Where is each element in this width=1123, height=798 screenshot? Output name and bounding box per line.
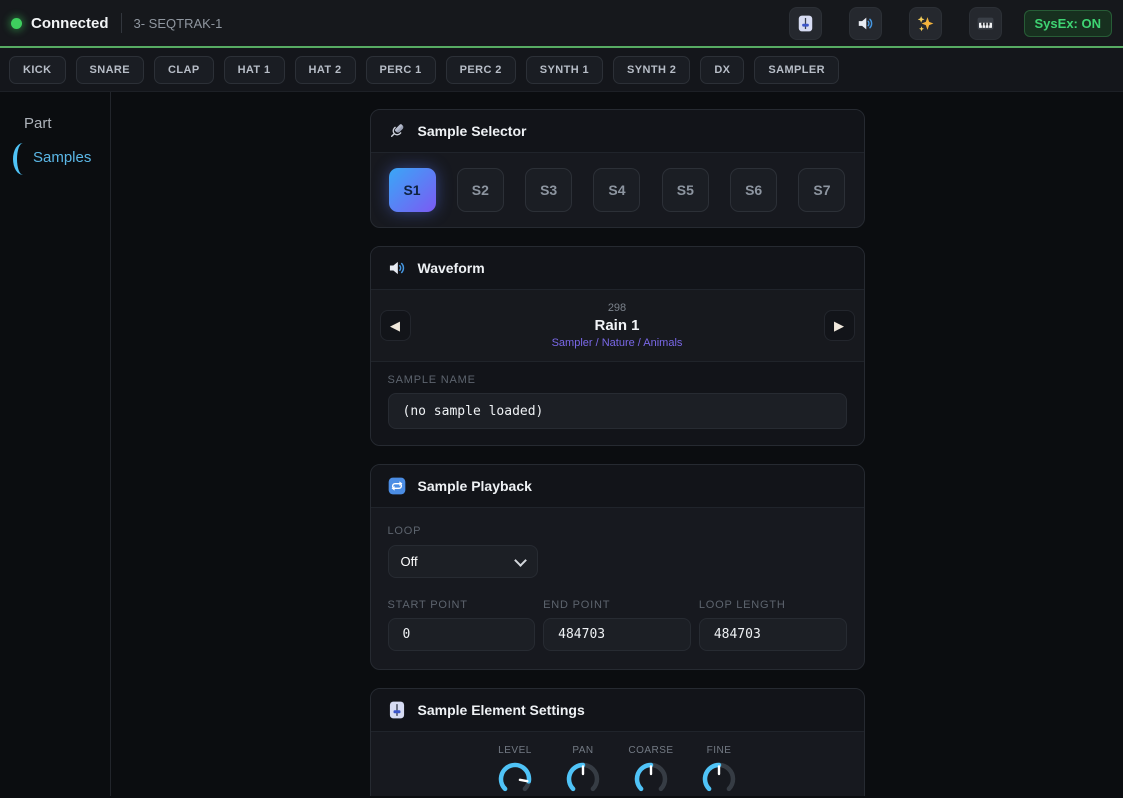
- main-panel: Sample Selector S1 S2 S3 S4 S5 S6 S7 Waveform …: [111, 92, 1123, 796]
- preset-browser: ◀ 298 Rain 1 Sampler / Nature / Animals …: [370, 290, 864, 362]
- point-field-start-point: START POINT: [387, 599, 536, 651]
- audio-button[interactable]: [848, 6, 882, 40]
- point-field-label: END POINT: [543, 599, 611, 611]
- knob-row: LEVEL100 PANC COARSE0 st FINE0 ct: [371, 732, 864, 796]
- top-header: Connected 3- SEQTRAK-1 SysEx: ON: [0, 0, 1123, 48]
- sample-playback-card: Sample Playback LOOP Off START POINT END …: [369, 464, 865, 670]
- part-tab-synth-1[interactable]: SYNTH 1: [525, 55, 604, 84]
- sidebar-item-samples[interactable]: Samples: [0, 143, 110, 175]
- point-field-label: LOOP LENGTH: [698, 599, 786, 611]
- keyboard-icon: [976, 14, 995, 33]
- sample-playback-header: Sample Playback: [370, 465, 864, 508]
- part-tab-bar: KICK SNARE CLAP HAT 1 HAT 2 PERC 1 PERC 2 SYNTH…: [0, 48, 1123, 92]
- loop-points-row: START POINT END POINT LOOP LENGTH: [387, 599, 847, 651]
- point-field-loop-length: LOOP LENGTH: [698, 599, 847, 651]
- repeat-icon: [387, 476, 407, 496]
- microphone-icon: [387, 121, 407, 141]
- sample-slot-row: S1 S2 S3 S4 S5 S6 S7: [371, 153, 864, 227]
- loop-length-input[interactable]: [698, 618, 847, 651]
- sample-slot-s5[interactable]: S5: [661, 168, 709, 212]
- start-point-input[interactable]: [387, 618, 536, 651]
- knob-label: FINE: [706, 745, 732, 756]
- preset-name: Rain 1: [594, 317, 640, 334]
- previous-preset-button[interactable]: ◀: [379, 310, 411, 341]
- point-field-end-point: END POINT: [543, 599, 691, 651]
- connection-status-dot: [11, 17, 22, 29]
- sample-slot-s1[interactable]: S1: [388, 168, 436, 212]
- part-tab-dx[interactable]: DX: [700, 55, 745, 84]
- part-tab-kick[interactable]: KICK: [9, 55, 66, 84]
- mixer-button[interactable]: [788, 6, 822, 40]
- device-name: 3- SEQTRAK-1: [133, 15, 223, 31]
- active-item-marker: [13, 143, 23, 175]
- speaker-icon: [387, 258, 407, 278]
- loop-select[interactable]: Off: [387, 545, 538, 578]
- sample-slot-s7[interactable]: S7: [798, 168, 846, 212]
- waveform-card: Waveform ◀ 298 Rain 1 Sampler / Nature /…: [369, 246, 865, 446]
- knob-label: LEVEL: [498, 745, 532, 756]
- card-title: Sample Selector: [417, 123, 527, 139]
- pan-knob[interactable]: [563, 759, 603, 796]
- sample-element-settings-header: Sample Element Settings: [370, 689, 864, 732]
- preset-category-link[interactable]: Sampler / Nature / Animals: [411, 337, 824, 349]
- card-title: Waveform: [417, 260, 485, 276]
- sample-slot-s6[interactable]: S6: [730, 168, 778, 212]
- knob-group-fine: FINE0 ct: [695, 745, 743, 796]
- next-preset-button[interactable]: ▶: [823, 310, 855, 341]
- part-tab-hat-1[interactable]: HAT 1: [223, 55, 285, 84]
- part-tab-sampler[interactable]: SAMPLER: [754, 55, 839, 84]
- effects-button[interactable]: [908, 6, 942, 40]
- fine-knob[interactable]: [699, 759, 739, 796]
- part-tab-synth-2[interactable]: SYNTH 2: [613, 55, 691, 84]
- keyboard-button[interactable]: [968, 6, 1002, 40]
- part-tab-perc-2[interactable]: PERC 2: [445, 55, 516, 84]
- mixer-slider-icon: [796, 14, 815, 33]
- loop-select-wrap: Off: [387, 545, 538, 578]
- preset-info: 298 Rain 1 Sampler / Nature / Animals: [411, 302, 824, 349]
- sidebar-item-label: Samples: [33, 149, 92, 166]
- sample-name-section: SAMPLE NAME: [370, 362, 864, 445]
- sparkles-icon: [916, 14, 935, 33]
- knob-label: COARSE: [628, 745, 674, 756]
- sysex-status-badge[interactable]: SysEx: ON: [1023, 9, 1112, 37]
- sample-name-input[interactable]: [387, 393, 847, 429]
- sample-selector-header: Sample Selector: [370, 110, 864, 153]
- waveform-header: Waveform: [370, 247, 864, 290]
- sample-slot-s3[interactable]: S3: [525, 168, 573, 212]
- point-field-label: START POINT: [387, 599, 468, 611]
- part-tab-perc-1[interactable]: PERC 1: [365, 55, 436, 84]
- sample-element-settings-card: Sample Element Settings LEVEL100 PANC COAR…: [369, 688, 865, 796]
- speaker-icon: [856, 14, 875, 33]
- knob-group-level: LEVEL100: [491, 745, 539, 796]
- coarse-knob[interactable]: [631, 759, 671, 796]
- card-title: Sample Element Settings: [417, 702, 585, 718]
- preset-number: 298: [607, 302, 627, 314]
- part-tab-clap[interactable]: CLAP: [154, 55, 214, 84]
- knob-label: PAN: [572, 745, 594, 756]
- sample-name-label: SAMPLE NAME: [387, 374, 476, 386]
- sample-selector-card: Sample Selector S1 S2 S3 S4 S5 S6 S7: [369, 109, 865, 228]
- header-divider: [120, 13, 122, 33]
- part-tab-hat-2[interactable]: HAT 2: [294, 55, 356, 84]
- mixer-slider-icon: [387, 700, 407, 720]
- card-title: Sample Playback: [417, 478, 532, 494]
- knob-group-pan: PANC: [559, 745, 607, 796]
- knob-group-coarse: COARSE0 st: [627, 745, 675, 796]
- sidebar: Part Samples: [0, 92, 111, 796]
- end-point-input[interactable]: [543, 618, 691, 651]
- sample-slot-s2[interactable]: S2: [456, 168, 504, 212]
- sample-slot-s4[interactable]: S4: [593, 168, 641, 212]
- loop-label: LOOP: [387, 525, 422, 537]
- part-tab-snare[interactable]: SNARE: [75, 55, 145, 84]
- level-knob[interactable]: [495, 759, 535, 796]
- sample-playback-body: LOOP Off START POINT END POINT LOOP LENGTH: [371, 508, 864, 669]
- connection-status-label: Connected: [31, 14, 109, 32]
- sidebar-section-label: Part: [24, 115, 52, 132]
